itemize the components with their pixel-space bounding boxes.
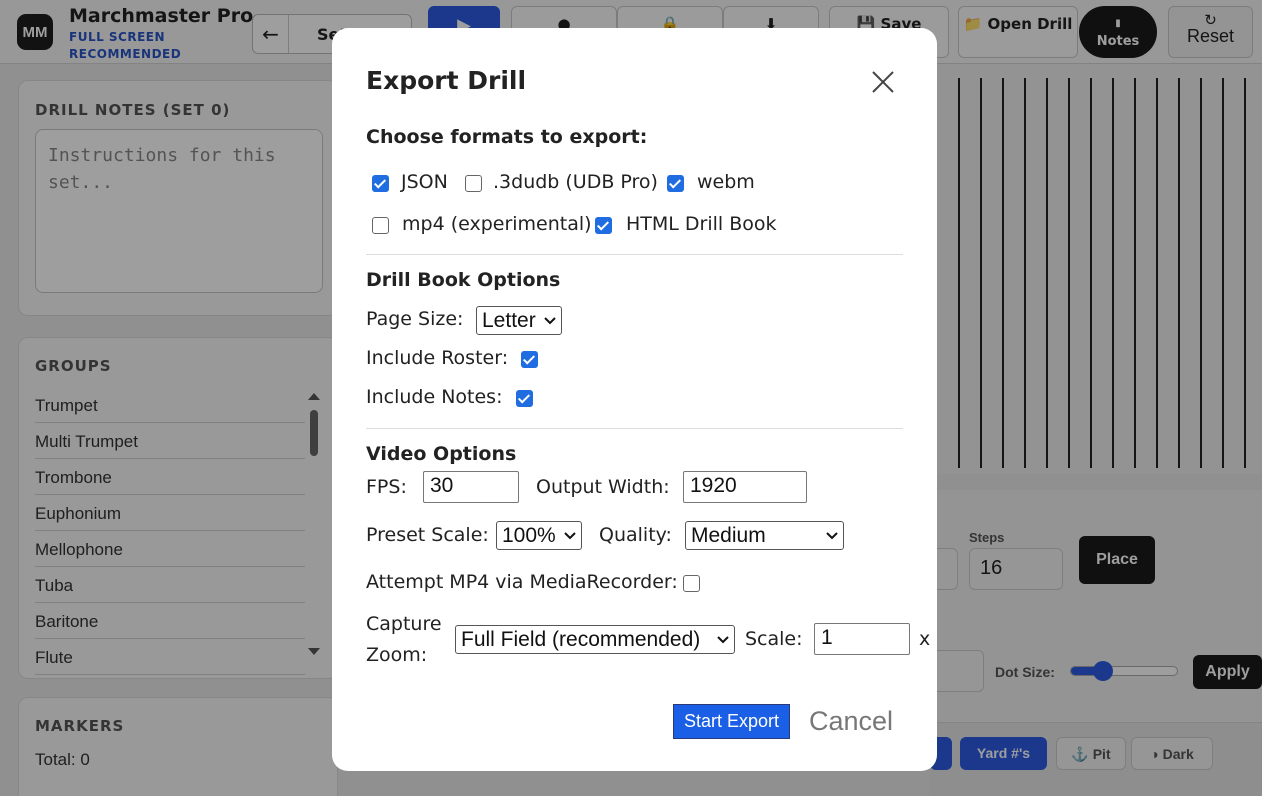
mp4-mediarecorder-checkbox[interactable] — [683, 575, 700, 592]
export-drill-dialog: Export Drill Choose formats to export: J… — [332, 28, 937, 771]
chevron-down-icon — [544, 317, 556, 325]
scale-label: Scale: — [745, 628, 803, 650]
formats-heading: Choose formats to export: — [366, 126, 648, 148]
chevron-down-icon — [826, 532, 838, 540]
drill-book-options-heading: Drill Book Options — [366, 269, 561, 291]
divider — [366, 254, 903, 255]
output-width-input[interactable]: 1920 — [683, 471, 807, 503]
capture-zoom-label-line1: Capture — [366, 613, 442, 635]
dialog-title: Export Drill — [366, 66, 527, 95]
close-icon[interactable] — [869, 68, 897, 96]
chevron-down-icon — [717, 636, 729, 644]
webm-checkbox[interactable] — [667, 175, 684, 192]
quality-select[interactable]: Medium — [685, 521, 844, 550]
fps-input[interactable]: 30 — [423, 471, 519, 503]
html-drill-book-checkbox[interactable] — [595, 217, 612, 234]
capture-zoom-label-line2: Zoom: — [366, 644, 428, 666]
preset-scale-value: 100% — [502, 524, 556, 547]
fps-label: FPS: — [366, 476, 407, 498]
scale-suffix: x — [919, 628, 931, 650]
udb-checkbox[interactable] — [465, 175, 482, 192]
mp4-mediarecorder-label: Attempt MP4 via MediaRecorder: — [366, 571, 678, 593]
mp4-checkbox[interactable] — [372, 217, 389, 234]
video-options-heading: Video Options — [366, 443, 517, 465]
page-size-label: Page Size: — [366, 308, 464, 330]
mp4-label: mp4 (experimental) — [402, 213, 592, 235]
cancel-button[interactable]: Cancel — [809, 704, 893, 738]
page-size-value: Letter — [482, 309, 536, 332]
html-drill-book-label: HTML Drill Book — [626, 213, 777, 235]
json-checkbox[interactable] — [372, 175, 389, 192]
webm-label: webm — [697, 171, 755, 193]
preset-scale-select[interactable]: 100% — [496, 521, 582, 550]
quality-value: Medium — [691, 524, 766, 547]
capture-zoom-value: Full Field (recommended) — [461, 628, 701, 651]
scale-input[interactable]: 1 — [814, 623, 910, 655]
udb-label: .3dudb (UDB Pro) — [493, 171, 658, 193]
start-export-button[interactable]: Start Export — [673, 704, 790, 739]
include-roster-checkbox[interactable] — [521, 351, 538, 368]
capture-zoom-select[interactable]: Full Field (recommended) — [455, 625, 735, 654]
include-roster-label: Include Roster: — [366, 347, 509, 369]
json-label: JSON — [401, 171, 448, 193]
preset-scale-label: Preset Scale: — [366, 524, 489, 546]
divider — [366, 428, 903, 429]
quality-label: Quality: — [599, 524, 672, 546]
include-notes-label: Include Notes: — [366, 386, 503, 408]
include-notes-checkbox[interactable] — [516, 390, 533, 407]
chevron-down-icon — [564, 532, 576, 540]
page-size-select[interactable]: Letter — [476, 306, 562, 335]
output-width-label: Output Width: — [536, 476, 670, 498]
